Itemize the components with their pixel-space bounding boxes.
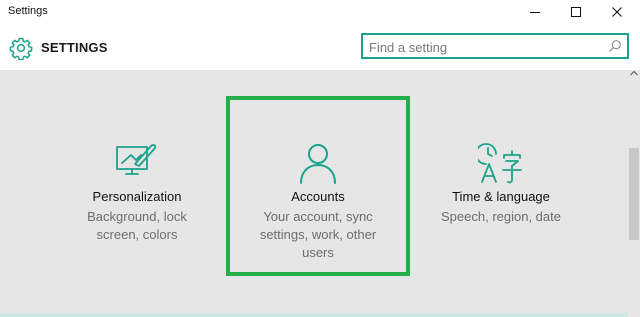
bottom-divider	[0, 313, 628, 317]
title-bar: Settings	[0, 0, 640, 24]
tile-time-language-name: Time & language	[452, 189, 550, 204]
scroll-up-icon[interactable]	[630, 70, 638, 76]
search-input[interactable]	[369, 38, 599, 56]
tile-personalization[interactable]: Personalization Background, lock screen,…	[45, 96, 229, 276]
search-box[interactable]	[361, 33, 629, 59]
maximize-icon	[571, 7, 581, 17]
page-title: SETTINGS	[41, 40, 108, 55]
tile-accounts-description: Your account, sync settings, work, other…	[259, 209, 377, 260]
tile-personalization-name: Personalization	[92, 189, 182, 204]
search-icon[interactable]	[608, 39, 622, 53]
person-icon	[300, 144, 336, 184]
close-button[interactable]	[598, 0, 636, 24]
tile-accounts[interactable]: Accounts Your account, sync settings, wo…	[226, 96, 410, 276]
tile-time-language-description: Speech, region, date	[441, 209, 561, 224]
scrollbar-thumb[interactable]	[629, 148, 639, 240]
gear-icon	[9, 37, 33, 60]
close-icon	[612, 7, 622, 17]
maximize-button[interactable]	[557, 0, 595, 24]
personalization-icon	[116, 144, 157, 175]
tile-time-language[interactable]: Time & language Speech, region, date	[409, 96, 593, 276]
settings-header: SETTINGS	[0, 24, 640, 70]
tile-personalization-description: Background, lock screen, colors	[87, 209, 187, 242]
minimize-icon	[530, 12, 540, 13]
settings-window: Settings SETTINGS Find a setting Persona…	[0, 0, 640, 317]
minimize-button[interactable]	[516, 0, 554, 24]
tile-accounts-name: Accounts	[291, 189, 345, 204]
vertical-scrollbar[interactable]	[628, 70, 640, 317]
window-title: Settings	[8, 5, 48, 17]
time-language-icon	[478, 143, 522, 184]
